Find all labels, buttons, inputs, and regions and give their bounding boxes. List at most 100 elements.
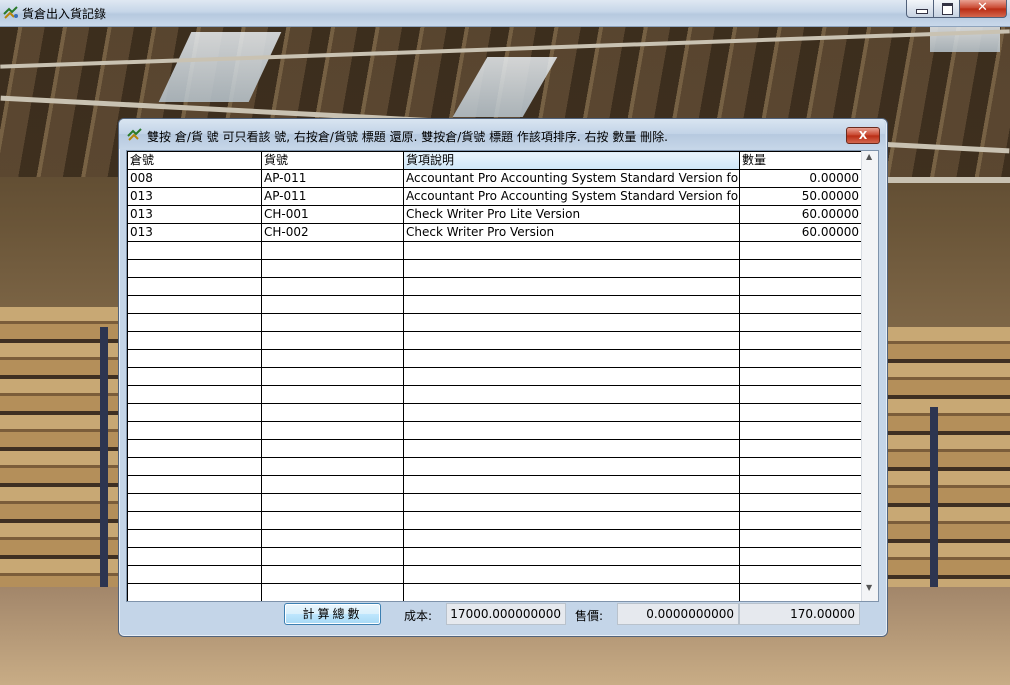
cell-quantity[interactable] [739,565,862,584]
cell-description[interactable] [403,385,740,404]
cell-item-code[interactable]: AP-011 [261,187,404,206]
cell-item-code[interactable] [261,439,404,458]
cell-quantity[interactable] [739,313,862,332]
cell-description[interactable] [403,403,740,422]
table-row[interactable] [127,583,862,601]
cell-warehouse[interactable] [127,295,262,314]
cell-description[interactable] [403,565,740,584]
cell-warehouse[interactable] [127,565,262,584]
table-row[interactable] [127,367,862,386]
cell-description[interactable] [403,349,740,368]
table-row[interactable] [127,457,862,476]
cell-description[interactable]: Accountant Pro Accounting System Standar… [403,169,740,188]
cell-item-code[interactable] [261,493,404,512]
table-row[interactable] [127,493,862,512]
table-row[interactable] [127,403,862,422]
cell-quantity[interactable] [739,295,862,314]
table-row[interactable] [127,439,862,458]
cell-item-code[interactable] [261,475,404,494]
cell-warehouse[interactable] [127,511,262,530]
cell-item-code[interactable] [261,241,404,260]
table-row[interactable] [127,421,862,440]
table-row[interactable] [127,349,862,368]
cell-warehouse[interactable] [127,241,262,260]
cell-item-code[interactable] [261,349,404,368]
cell-warehouse[interactable] [127,547,262,566]
table-row[interactable] [127,241,862,260]
table-row[interactable] [127,295,862,314]
cell-quantity[interactable]: 60.00000 [739,205,862,224]
cell-item-code[interactable]: CH-002 [261,223,404,242]
cell-warehouse[interactable]: 013 [127,205,262,224]
cell-item-code[interactable] [261,583,404,601]
cell-quantity[interactable] [739,349,862,368]
cell-quantity[interactable]: 60.00000 [739,223,862,242]
cell-quantity[interactable]: 50.00000 [739,187,862,206]
cell-description[interactable] [403,547,740,566]
cell-quantity[interactable] [739,475,862,494]
cell-description[interactable]: Check Writer Pro Version [403,223,740,242]
table-row[interactable]: 013 CH-001 Check Writer Pro Lite Version 60… [127,205,862,224]
cell-description[interactable] [403,511,740,530]
cell-item-code[interactable] [261,259,404,278]
cell-description[interactable] [403,457,740,476]
cell-item-code[interactable] [261,403,404,422]
cell-item-code[interactable]: AP-011 [261,169,404,188]
cell-warehouse[interactable] [127,331,262,350]
table-row[interactable]: 013 CH-002 Check Writer Pro Version 60.0000… [127,223,862,242]
cell-quantity[interactable] [739,277,862,296]
table-row[interactable] [127,565,862,584]
dialog-close-button[interactable]: X [846,127,880,144]
cell-item-code[interactable]: CH-001 [261,205,404,224]
table-row[interactable] [127,385,862,404]
cell-item-code[interactable] [261,331,404,350]
cell-warehouse[interactable] [127,313,262,332]
cell-item-code[interactable] [261,277,404,296]
column-header-description[interactable]: 貨項說明 [403,151,740,170]
cell-description[interactable] [403,475,740,494]
cell-quantity[interactable] [739,493,862,512]
table-row[interactable]: 013 AP-011 Accountant Pro Accounting Syste… [127,187,862,206]
cell-warehouse[interactable] [127,421,262,440]
cell-quantity[interactable]: 0.00000 [739,169,862,188]
cell-quantity[interactable] [739,421,862,440]
cell-quantity[interactable] [739,403,862,422]
cell-quantity[interactable] [739,529,862,548]
cell-item-code[interactable] [261,511,404,530]
table-row[interactable] [127,547,862,566]
table-row[interactable] [127,331,862,350]
inventory-table[interactable]: 倉號 貨號 貨項說明 數量 008 AP-011 Accountant Pro Ac… [126,150,879,602]
column-header-item-code[interactable]: 貨號 [261,151,404,170]
cell-warehouse[interactable]: 013 [127,187,262,206]
cell-warehouse[interactable] [127,583,262,601]
cell-warehouse[interactable]: 008 [127,169,262,188]
scroll-up-icon[interactable]: ▲ [866,152,872,161]
cell-quantity[interactable] [739,385,862,404]
cell-quantity[interactable] [739,457,862,476]
cell-item-code[interactable] [261,367,404,386]
cell-warehouse[interactable] [127,475,262,494]
cell-quantity[interactable] [739,241,862,260]
cell-quantity[interactable] [739,547,862,566]
cell-description[interactable] [403,277,740,296]
cell-quantity[interactable] [739,583,862,601]
cell-description[interactable] [403,367,740,386]
column-header-warehouse[interactable]: 倉號 [127,151,262,170]
table-row[interactable] [127,313,862,332]
table-row[interactable] [127,475,862,494]
cell-warehouse[interactable] [127,493,262,512]
cell-description[interactable] [403,295,740,314]
cell-item-code[interactable] [261,529,404,548]
scroll-down-icon[interactable]: ▼ [866,583,872,592]
cell-description[interactable] [403,493,740,512]
cell-description[interactable] [403,241,740,260]
cell-description[interactable] [403,259,740,278]
cell-warehouse[interactable] [127,529,262,548]
cell-description[interactable] [403,529,740,548]
cell-item-code[interactable] [261,295,404,314]
cell-warehouse[interactable]: 013 [127,223,262,242]
cell-warehouse[interactable] [127,367,262,386]
cell-item-code[interactable] [261,457,404,476]
cell-warehouse[interactable] [127,259,262,278]
cell-item-code[interactable] [261,313,404,332]
